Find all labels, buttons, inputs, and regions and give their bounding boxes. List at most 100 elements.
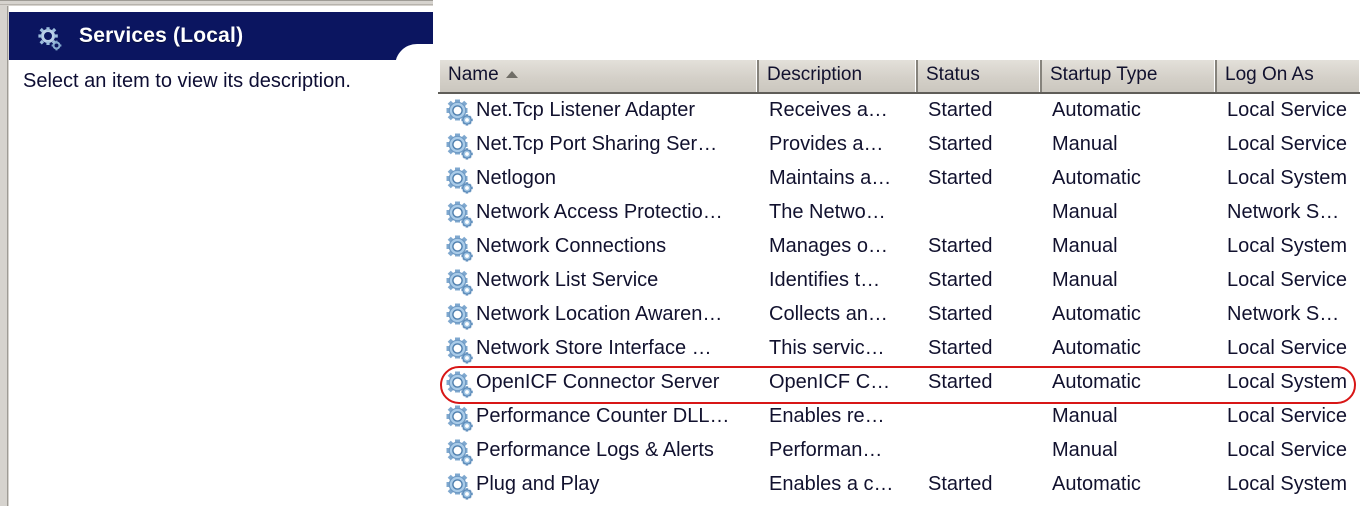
cell-logon: Local Service — [1227, 269, 1348, 291]
cell-desc: Maintains a… — [769, 167, 892, 189]
table-row[interactable]: Performance Logs & Alerts Performan… Manua… — [438, 436, 1360, 470]
cell-name: Network Access Protectio… — [476, 201, 723, 223]
column-header-label: Startup Type — [1050, 64, 1158, 85]
cell-startup: Manual — [1052, 405, 1118, 427]
service-gear-icon — [446, 133, 474, 161]
cell-desc: This servic… — [769, 337, 885, 359]
service-gear-icon — [446, 269, 474, 297]
sort-ascending-icon — [506, 71, 518, 78]
cell-logon: Local System — [1227, 235, 1348, 257]
column-divider[interactable] — [1215, 60, 1217, 92]
cell-logon: Local System — [1227, 371, 1348, 393]
service-gear-icon — [446, 473, 474, 501]
column-header-description[interactable]: Description — [759, 60, 916, 92]
cell-name: Net.Tcp Listener Adapter — [476, 99, 696, 121]
cell-startup: Automatic — [1052, 99, 1141, 121]
pane-title-bar: Services (Local) — [9, 12, 433, 60]
cell-status — [928, 439, 1036, 473]
cell-startup: Manual — [1052, 235, 1118, 257]
column-divider[interactable] — [916, 60, 918, 92]
services-list-body[interactable]: Net.Tcp Listener Adapter Receives a… Start… — [438, 96, 1360, 506]
cell-logon: Local Service — [1227, 133, 1348, 155]
cell-desc: The Netwo… — [769, 201, 886, 223]
table-row[interactable]: Network Access Protectio… The Netwo… Manua… — [438, 198, 1360, 232]
cell-startup: Manual — [1052, 133, 1118, 155]
column-divider[interactable] — [757, 60, 759, 92]
service-gear-icon — [446, 337, 474, 365]
cell-startup: Manual — [1052, 201, 1118, 223]
cell-startup: Automatic — [1052, 337, 1141, 359]
services-list-pane: Name Description Status Startup Type Log On … — [433, 0, 1360, 506]
service-gear-icon — [446, 371, 474, 399]
cell-status: Started — [928, 371, 993, 393]
table-row[interactable]: Network Location Awaren… Collects an… Star… — [438, 300, 1360, 334]
cell-status: Started — [928, 167, 993, 189]
cell-status: Started — [928, 235, 993, 257]
cell-status — [928, 405, 1036, 439]
cell-desc: Performan… — [769, 439, 883, 461]
table-row[interactable]: Net.Tcp Port Sharing Ser… Provides a… Star… — [438, 130, 1360, 164]
cell-desc: Manages o… — [769, 235, 888, 257]
cell-logon: Local System — [1227, 167, 1348, 189]
cell-status: Started — [928, 303, 993, 325]
column-header-label: Log On As — [1225, 64, 1314, 85]
cell-logon: Local Service — [1227, 405, 1348, 427]
service-gear-icon — [446, 235, 474, 263]
cell-status: Started — [928, 133, 993, 155]
column-header-label: Description — [767, 64, 863, 85]
table-row[interactable]: Netlogon Maintains a… Started Automatic Loca… — [438, 164, 1360, 198]
cell-startup: Automatic — [1052, 473, 1141, 495]
list-header-row: Name Description Status Startup Type Log On … — [438, 60, 1360, 94]
column-header-startup-type[interactable]: Startup Type — [1042, 60, 1215, 92]
cell-desc: Enables a c… — [769, 473, 894, 495]
cell-name: Network Connections — [476, 235, 667, 257]
table-row[interactable]: Plug and Play Enables a c… Started Automati… — [438, 470, 1360, 504]
cell-desc: Enables re… — [769, 405, 885, 427]
column-header-status[interactable]: Status — [918, 60, 1040, 92]
cell-desc: Receives a… — [769, 99, 888, 121]
column-header-name[interactable]: Name — [440, 60, 757, 92]
cell-name: Network List Service — [476, 269, 659, 291]
table-row[interactable]: Network Store Interface … This servic… Sta… — [438, 334, 1360, 368]
pane-description-text: Select an item to view its description. — [23, 70, 351, 92]
column-header-log-on-as[interactable]: Log On As — [1217, 60, 1360, 92]
cell-name: Plug and Play — [476, 473, 600, 495]
cell-startup: Manual — [1052, 439, 1118, 461]
cell-name: Performance Logs & Alerts — [476, 439, 714, 461]
cell-logon: Network S… — [1227, 303, 1340, 325]
table-row[interactable]: Network Connections Manages o… Started Manu… — [438, 232, 1360, 266]
table-row[interactable]: OpenICF Connector Server OpenICF C… Starte… — [438, 368, 1360, 402]
cell-status — [928, 201, 1036, 235]
cell-desc: Collects an… — [769, 303, 888, 325]
cell-logon: Network S… — [1227, 201, 1340, 223]
cell-logon: Local Service — [1227, 99, 1348, 121]
service-gear-icon — [446, 405, 474, 433]
column-header-label: Name — [448, 64, 499, 85]
table-row[interactable]: Network List Service Identifies t… Started… — [438, 266, 1360, 300]
service-gear-icon — [446, 167, 474, 195]
cell-status: Started — [928, 337, 993, 359]
cell-name: Performance Counter DLL… — [476, 405, 730, 427]
cell-name: Network Store Interface … — [476, 337, 712, 359]
cell-desc: Provides a… — [769, 133, 884, 155]
cell-status: Started — [928, 99, 993, 121]
window-chrome-left — [0, 6, 9, 506]
column-divider[interactable] — [1040, 60, 1042, 92]
cell-logon: Local System — [1227, 473, 1348, 495]
table-row[interactable]: Performance Counter DLL… Enables re… Manua… — [438, 402, 1360, 436]
cell-desc: OpenICF C… — [769, 371, 891, 393]
service-gear-icon — [446, 201, 474, 229]
gear-icon — [37, 26, 63, 52]
services-window: Services (Local) Select an item to view … — [0, 0, 1360, 506]
cell-name: Net.Tcp Port Sharing Ser… — [476, 133, 718, 155]
service-gear-icon — [446, 439, 474, 467]
description-pane: Services (Local) Select an item to view … — [9, 6, 443, 506]
cell-startup: Automatic — [1052, 371, 1141, 393]
pane-title: Services (Local) — [79, 24, 244, 47]
cell-desc: Identifies t… — [769, 269, 881, 291]
cell-startup: Automatic — [1052, 303, 1141, 325]
cell-startup: Manual — [1052, 269, 1118, 291]
table-row[interactable]: Net.Tcp Listener Adapter Receives a… Start… — [438, 96, 1360, 130]
column-header-label: Status — [926, 64, 980, 85]
cell-name: Netlogon — [476, 167, 557, 189]
